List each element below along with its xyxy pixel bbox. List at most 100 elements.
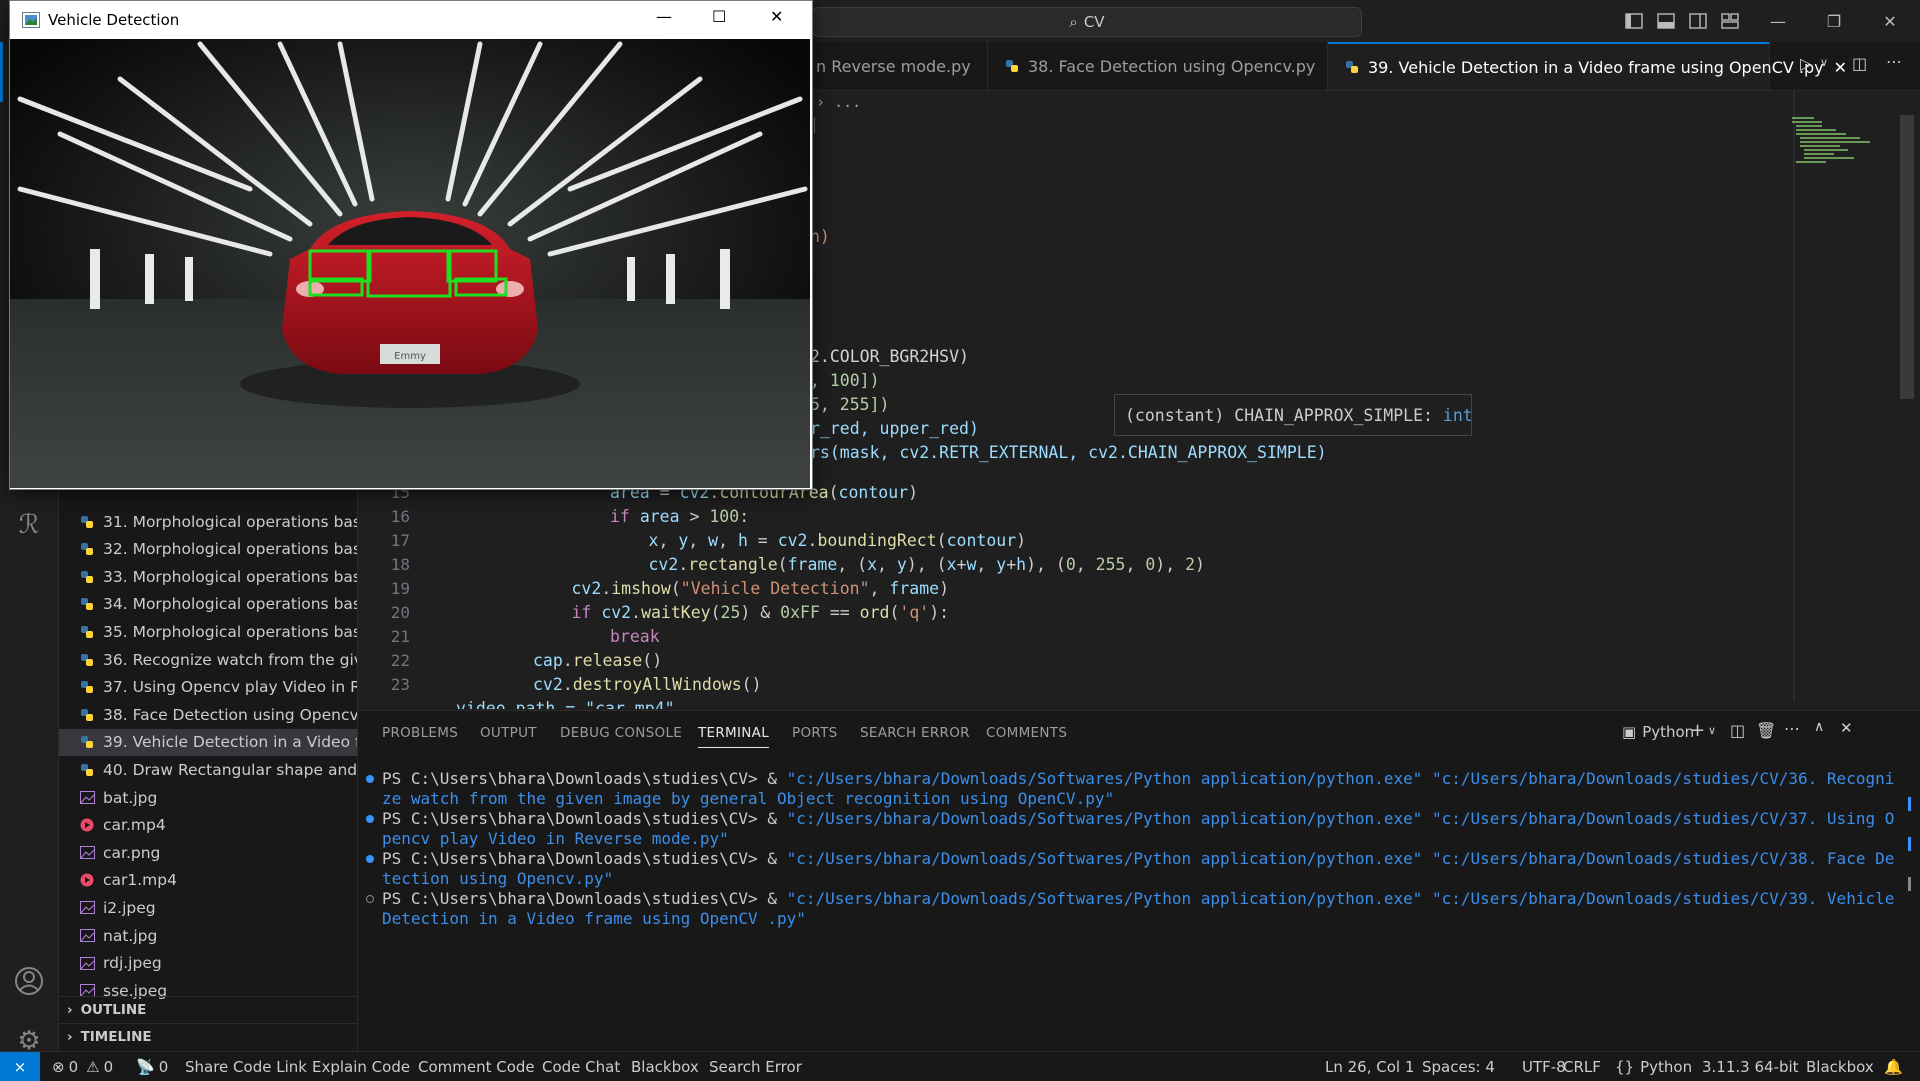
opencv-window-titlebar[interactable]: Vehicle Detection — ☐ ✕ [10,1,812,39]
more-actions-icon[interactable]: ⋯ [1886,52,1902,71]
panel-tab[interactable]: OUTPUT [480,725,537,741]
panel-tab[interactable]: SEARCH ERROR [860,725,970,741]
status-explain-code[interactable]: Explain Code [312,1052,410,1081]
command-decoration-dot[interactable] [366,815,374,823]
status-blackbox[interactable]: Blackbox [631,1052,699,1081]
toggle-panel-icon[interactable] [1654,9,1678,33]
file-item[interactable]: 34. Morphological operations bas... [59,591,357,618]
toggle-primary-sidebar-icon[interactable] [1622,9,1646,33]
run-options-chevron-icon[interactable]: ∨ [1820,56,1828,69]
python-file-icon [1004,58,1020,74]
file-item[interactable]: i2.jpeg [59,894,357,921]
file-item[interactable]: 38. Face Detection using Opencv.... [59,701,357,728]
file-item[interactable]: car1.mp4 [59,867,357,894]
file-item[interactable]: 39. Vehicle Detection in a Video fr... [59,728,357,756]
minimap-border [1793,91,1795,701]
accounts-icon[interactable] [0,958,58,1004]
panel-tab[interactable]: TERMINAL [698,725,770,748]
close-window-icon[interactable]: ✕ [770,7,783,26]
file-item[interactable]: 31. Morphological operations bas... [59,508,357,535]
new-terminal-plus-icon[interactable]: + [1690,720,1705,741]
file-label: 39. Vehicle Detection in a Video fr... [103,733,357,752]
command-center-search[interactable]: ⌕ CV [812,7,1362,37]
language-mode-status[interactable]: {} Python [1615,1052,1692,1081]
tab-reverse-mode[interactable]: n Reverse mode.py [800,42,988,90]
run-python-file-icon[interactable]: ▷ [1800,54,1812,73]
terminal-line: PS C:\Users\bhara\Downloads\studies\CV> … [382,889,1902,929]
toggle-secondary-sidebar-icon[interactable] [1686,9,1710,33]
blackbox-extension-icon[interactable]: ℛ [0,502,58,548]
close-window-icon[interactable]: ✕ [1878,9,1902,33]
tab-vehicle-detection[interactable]: 39. Vehicle Detection in a Video frame u… [1328,42,1847,90]
chevron-right-icon: › [67,1028,73,1045]
file-item[interactable]: nat.jpg [59,922,357,949]
file-item[interactable]: car.png [59,839,357,866]
terminal-exe-path: "c:/Users/bhara/Downloads/Softwares/Pyth… [786,769,1423,788]
file-item[interactable]: 36. Recognize watch from the giv... [59,646,357,673]
file-item[interactable]: 37. Using Opencv play Video in R... [59,674,357,701]
file-item[interactable]: 33. Morphological operations bas... [59,563,357,590]
file-item[interactable]: 32. Morphological operations bas... [59,536,357,563]
command-decoration-dot[interactable] [366,855,374,863]
restore-window-icon[interactable]: ❐ [1822,9,1846,33]
file-label: car1.mp4 [103,871,177,890]
close-tab-icon[interactable]: ✕ [1834,58,1847,77]
status-code-chat[interactable]: Code Chat [542,1052,620,1081]
file-item[interactable]: 35. Morphological operations bas... [59,618,357,645]
panel-tab[interactable]: DEBUG CONSOLE [560,725,682,741]
broadcast-icon: 📡 [136,1057,155,1076]
maximize-panel-chevron-up-icon[interactable]: ∧ [1814,719,1824,735]
python-interpreter-status[interactable]: 3.11.3 64-bit [1702,1052,1799,1081]
cursor-position[interactable]: Ln 26, Col 1 [1325,1052,1414,1081]
file-label: i2.jpeg [103,898,156,917]
app-window-icon [22,12,40,28]
status-share-code-link[interactable]: Share Code Link [185,1052,307,1081]
line-number: 21 [390,627,410,646]
minimize-window-icon[interactable]: — [1766,9,1790,33]
breadcrumb[interactable]: › ... [816,93,861,111]
terminal-shell-selector[interactable]: ▣ Python [1622,723,1694,741]
remote-indicator-icon[interactable]: ⨯ [0,1052,40,1081]
outline-section[interactable]: › OUTLINE [59,996,357,1022]
file-item[interactable]: 40. Draw Rectangular shape and ... [59,756,357,783]
file-item[interactable]: rdj.jpeg [59,950,357,977]
notifications-bell-icon[interactable]: 🔔 [1884,1052,1903,1081]
tab-label: 39. Vehicle Detection in a Video frame u… [1368,57,1824,77]
tab-face-detection[interactable]: 38. Face Detection using Opencv.py [988,42,1328,90]
error-icon: ⊗ [52,1057,65,1076]
indentation-status[interactable]: Spaces: 4 [1422,1052,1495,1081]
timeline-section[interactable]: › TIMELINE [59,1023,357,1049]
problems-status[interactable]: ⊗ 0 ⚠ 0 [52,1052,113,1081]
file-label: car.mp4 [103,816,166,835]
split-editor-icon[interactable]: ◫ [1852,54,1867,73]
kill-terminal-trash-icon[interactable]: 🗑 [1756,721,1776,740]
image-file-icon [79,846,95,860]
command-decoration-dot[interactable] [366,895,374,903]
ports-status[interactable]: 📡 0 [136,1052,168,1081]
minimize-window-icon[interactable]: — [656,7,672,26]
vertical-scrollbar-thumb[interactable] [1900,115,1914,399]
maximize-window-icon[interactable]: ☐ [712,7,726,26]
minimap[interactable] [1790,115,1880,175]
tab-label: n Reverse mode.py [816,56,971,76]
eol-status[interactable]: CRLF [1563,1052,1601,1081]
file-item[interactable]: bat.jpg [59,784,357,811]
panel-tab[interactable]: PORTS [792,725,837,741]
warning-count: 0 [103,1057,114,1076]
terminal-dropdown-chevron-icon[interactable]: ∨ [1708,724,1716,737]
command-decoration-dot[interactable] [366,775,374,783]
hover-tooltip: (constant) CHAIN_APPROX_SIMPLE: int [1114,394,1473,436]
panel-tab[interactable]: PROBLEMS [382,725,458,741]
encoding-status[interactable]: UTF-8 [1522,1052,1566,1081]
opencv-window[interactable]: Vehicle Detection — ☐ ✕ Emmy [9,0,813,490]
panel-tab[interactable]: COMMENTS [986,725,1067,741]
more-actions-icon[interactable]: ⋯ [1784,719,1800,738]
blackbox-status[interactable]: Blackbox [1806,1052,1874,1081]
status-comment-code[interactable]: Comment Code [418,1052,535,1081]
customize-layout-icon[interactable] [1718,9,1742,33]
close-panel-icon[interactable]: ✕ [1840,719,1853,737]
status-search-error[interactable]: Search Error [709,1052,802,1081]
file-item[interactable]: car.mp4 [59,812,357,839]
code-line: cv2.destroyAllWindows() [533,675,762,694]
split-terminal-icon[interactable]: ◫ [1730,721,1745,740]
